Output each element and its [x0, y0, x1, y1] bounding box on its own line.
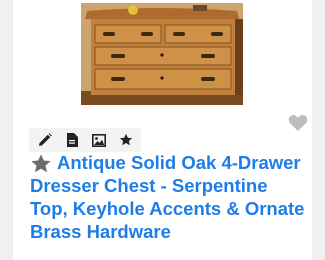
favorite-heart-icon[interactable] [288, 114, 308, 132]
action-toolbar [29, 128, 141, 152]
listing-card: Antique Solid Oak 4-Drawer Dresser Chest… [13, 0, 312, 260]
pencil-icon [38, 133, 52, 146]
star-icon [119, 133, 132, 146]
details-button[interactable] [61, 129, 83, 151]
featured-star-icon[interactable] [30, 153, 52, 175]
feature-button[interactable] [115, 129, 137, 151]
listing-title-block: Antique Solid Oak 4-Drawer Dresser Chest… [30, 151, 308, 243]
heart-icon [288, 115, 308, 131]
listing-title-link[interactable]: Antique Solid Oak 4-Drawer Dresser Chest… [30, 151, 308, 243]
star-icon [31, 154, 51, 173]
document-icon [66, 133, 78, 147]
dresser-image [81, 3, 243, 105]
image-icon [91, 133, 106, 147]
edit-button[interactable] [34, 129, 56, 151]
listing-photo[interactable] [81, 3, 243, 105]
photos-button[interactable] [88, 129, 110, 151]
